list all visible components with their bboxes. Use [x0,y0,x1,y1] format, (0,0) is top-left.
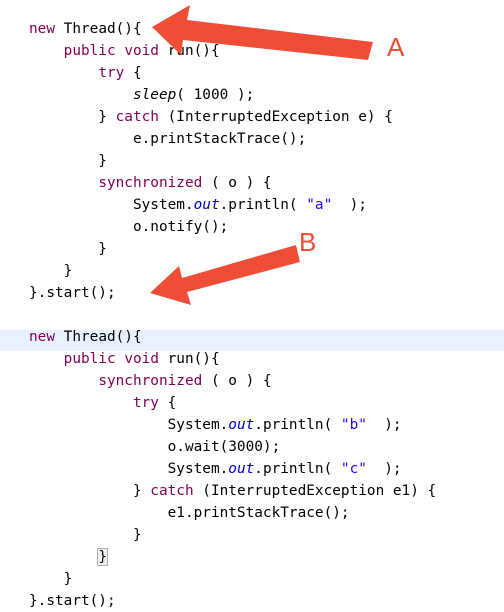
code-line: synchronized ( o ) { [29,172,272,194]
code-token: synchronized [98,373,203,389]
code-token: { [124,65,142,81]
code-line: } [29,568,73,590]
code-token: "a" [306,197,333,213]
code-token: System. [29,461,229,477]
code-line: }.start(); [29,282,116,304]
code-token: "b" [340,417,367,433]
code-line: sleep( 1000 ); [29,84,254,106]
code-token: o.notify(); [29,219,229,235]
code-token: ); [332,197,367,213]
code-token: new [29,329,55,345]
code-token: e.printStackTrace(); [29,131,307,147]
code-token: sleep [132,87,177,103]
code-token: try [98,65,125,81]
code-line: } catch (InterruptedException e) { [29,106,393,128]
code-line: System.out.println( "b" ); [29,414,402,436]
code-token: } [29,153,107,169]
code-editor[interactable]: new Thread(){ public void run(){ try { s… [0,0,504,609]
code-token: }.start(); [29,593,116,609]
code-token: try [132,395,159,411]
code-token: "c" [340,461,367,477]
code-token: ); [366,417,402,433]
code-token: catch [115,109,159,125]
code-token: e1.printStackTrace(); [29,505,350,521]
code-line: synchronized ( o ) { [29,370,272,392]
code-token: synchronized [98,175,203,191]
code-token: } [29,571,73,587]
code-token: void [124,43,159,59]
code-line: } [29,238,107,260]
code-token: System. [29,197,194,213]
code-line: try { [29,62,142,84]
code-line: new Thread(){ [29,326,142,348]
code-line: public void run(){ [29,40,220,62]
code-line: } [29,546,108,568]
code-token: (InterruptedException e) { [158,109,393,125]
code-line: } catch (InterruptedException e1) { [29,480,436,502]
code-token: } [29,527,142,543]
code-token: public [63,351,116,367]
code-token: } [29,263,73,279]
code-token: System. [29,417,229,433]
code-token: { [158,395,177,411]
code-line: e.printStackTrace(); [29,128,306,150]
code-line: System.out.println( "a" ); [29,194,367,216]
code-line: } [29,524,142,546]
code-token: ( o ) { [202,373,272,389]
code-line: System.out.println( "c" ); [29,458,402,480]
code-token: .println( [254,417,341,433]
code-token: new [29,21,55,37]
code-token: out [228,461,255,477]
code-token: run(){ [158,43,220,59]
code-token: (InterruptedException e1) { [193,483,437,499]
code-line: }.start(); [29,590,116,612]
code-token: } [29,241,107,257]
code-token: ); [366,461,402,477]
code-token: Thread(){ [55,21,142,37]
annotation-label-a: A [387,32,405,62]
code-token: .println( [254,461,341,477]
code-token: ( o ) { [202,175,272,191]
code-token: Thread(){ [55,329,142,345]
code-token: }.start(); [29,285,116,301]
code-line: public void run(){ [29,348,220,370]
code-token: void [124,351,159,367]
code-token: out [193,197,220,213]
code-line: o.notify(); [29,216,228,238]
code-token: run(){ [158,351,220,367]
code-token: } [29,483,151,499]
code-token: public [63,43,116,59]
code-line: try { [29,392,176,414]
code-token: ( 1000 ); [176,87,255,103]
code-token: } [97,548,108,566]
code-token: .println( [219,197,307,213]
code-token: out [228,417,255,433]
code-token: catch [150,483,194,499]
code-line: } [29,260,73,282]
code-line: } [29,150,107,172]
code-line: e1.printStackTrace(); [29,502,350,524]
annotation-label-b: B [299,227,317,257]
code-line: o.wait(3000); [29,436,281,458]
code-line: new Thread(){ [29,18,142,40]
code-token: } [29,109,116,125]
code-token: o.wait(3000); [29,439,281,455]
